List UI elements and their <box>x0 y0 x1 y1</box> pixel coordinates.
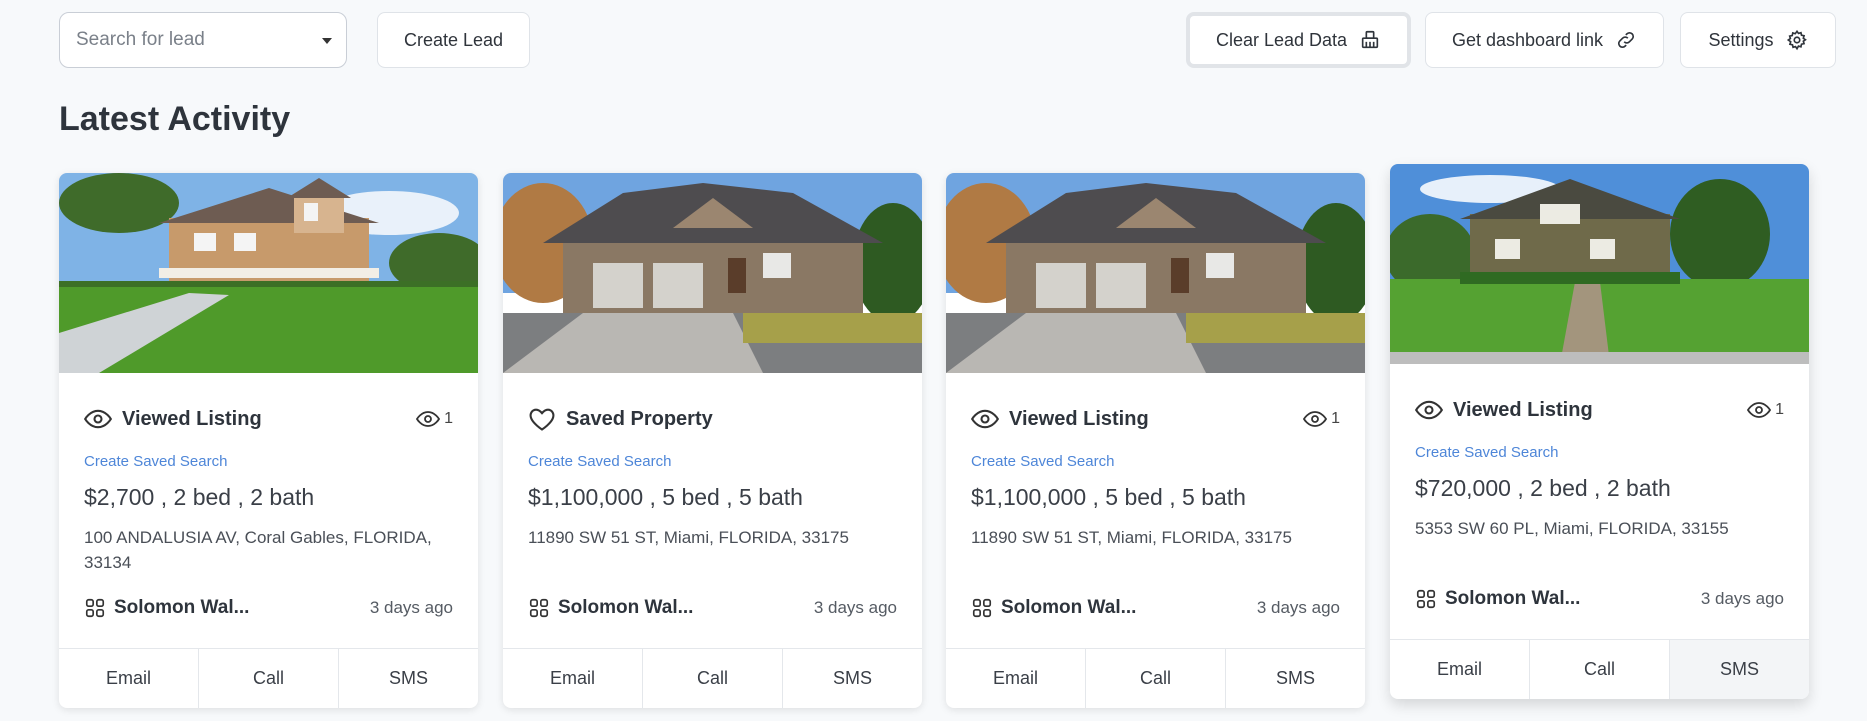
listing-price: $2,700 , 2 bed , 2 bath <box>84 484 315 510</box>
create-lead-label: Create Lead <box>403 29 504 50</box>
lead-link[interactable]: Solomon Wal... <box>971 597 1136 619</box>
view-count-value: 1 <box>1331 410 1340 427</box>
broom-icon <box>1361 30 1379 49</box>
activity-card: Viewed Listing 1 Create Saved Search $72… <box>1390 164 1809 699</box>
clear-lead-data-label: Clear Lead Data <box>1215 29 1348 50</box>
settings-button[interactable]: Settings <box>1680 12 1836 68</box>
sms-button[interactable]: SMS <box>1226 649 1365 708</box>
house-photo-illustration <box>503 173 922 373</box>
house-photo-illustration <box>1390 164 1809 364</box>
view-count: 1 <box>1303 407 1340 431</box>
call-button[interactable]: Call <box>1086 649 1226 708</box>
card-actions: Email Call SMS <box>1390 639 1809 699</box>
page-title: Latest Activity <box>59 100 291 138</box>
eye-icon <box>1747 402 1772 418</box>
email-button[interactable]: Email <box>946 649 1086 708</box>
lead-search-select[interactable]: Search for lead <box>59 12 347 68</box>
lead-name: Solomon Wal... <box>558 597 694 618</box>
card-actions: Email Call SMS <box>59 648 478 708</box>
email-button[interactable]: Email <box>503 649 643 708</box>
get-dashboard-link-button[interactable]: Get dashboard link <box>1425 12 1664 68</box>
dashboard-grid-icon <box>972 598 992 618</box>
create-saved-search-link[interactable]: Create Saved Search <box>528 453 897 470</box>
eye-icon <box>84 409 112 429</box>
lead-link[interactable]: Solomon Wal... <box>84 597 249 619</box>
listing-address: 100 ANDALUSIA AV, Coral Gables, FLORIDA,… <box>84 528 432 572</box>
sms-button[interactable]: SMS <box>339 649 478 708</box>
activity-card: Viewed Listing 1 Create Saved Search $1,… <box>946 173 1365 708</box>
call-button[interactable]: Call <box>643 649 783 708</box>
house-photo-illustration <box>59 173 478 373</box>
create-saved-search-link[interactable]: Create Saved Search <box>84 453 453 470</box>
clear-lead-data-button[interactable]: Clear Lead Data <box>1186 12 1411 68</box>
eye-icon <box>1415 400 1443 420</box>
activity-time: 3 days ago <box>369 598 453 617</box>
activity-title: Viewed Listing <box>1009 407 1149 430</box>
property-photo[interactable] <box>1390 164 1809 364</box>
house-photo-illustration <box>946 173 1365 373</box>
call-button[interactable]: Call <box>1530 640 1670 699</box>
view-count-value: 1 <box>1775 401 1784 418</box>
lead-link[interactable]: Solomon Wal... <box>528 597 693 619</box>
eye-icon <box>1303 411 1328 427</box>
activity-time: 3 days ago <box>813 598 897 617</box>
view-count: 1 <box>1747 398 1784 422</box>
listing-address: 5353 SW 60 PL, Miami, FLORIDA, 33155 <box>1415 519 1729 538</box>
view-count: 1 <box>416 407 453 431</box>
property-photo[interactable] <box>59 173 478 373</box>
activity-title: Saved Property <box>566 407 713 430</box>
settings-label: Settings <box>1708 29 1774 50</box>
activity-title: Viewed Listing <box>122 407 262 430</box>
dashboard-grid-icon <box>1416 589 1436 609</box>
top-toolbar: Search for lead Create Lead Clear Lead D… <box>0 12 1867 68</box>
activity-card: Saved Property Create Saved Search $1,10… <box>503 173 922 708</box>
listing-price: $720,000 , 2 bed , 2 bath <box>1415 475 1671 501</box>
email-button[interactable]: Email <box>59 649 199 708</box>
heart-icon <box>529 408 555 431</box>
card-actions: Email Call SMS <box>946 648 1365 708</box>
property-photo[interactable] <box>946 173 1365 373</box>
activity-time: 3 days ago <box>1700 589 1784 608</box>
activity-title: Viewed Listing <box>1453 398 1593 421</box>
listing-address: 11890 SW 51 ST, Miami, FLORIDA, 33175 <box>528 528 849 547</box>
lead-search-placeholder: Search for lead <box>76 29 205 50</box>
lead-name: Solomon Wal... <box>1001 597 1137 618</box>
view-count-value: 1 <box>444 410 453 427</box>
get-dashboard-link-label: Get dashboard link <box>1451 29 1604 50</box>
create-lead-button[interactable]: Create Lead <box>377 12 530 68</box>
listing-address: 11890 SW 51 ST, Miami, FLORIDA, 33175 <box>971 528 1292 547</box>
lead-name: Solomon Wal... <box>1445 588 1581 609</box>
activity-time: 3 days ago <box>1256 598 1340 617</box>
call-button[interactable]: Call <box>199 649 339 708</box>
dashboard-grid-icon <box>529 598 549 618</box>
card-actions: Email Call SMS <box>503 648 922 708</box>
sms-button[interactable]: SMS <box>783 649 922 708</box>
listing-price: $1,100,000 , 5 bed , 5 bath <box>528 484 803 510</box>
email-button[interactable]: Email <box>1390 640 1530 699</box>
activity-card: Viewed Listing 1 Create Saved Search $2,… <box>59 173 478 708</box>
sms-button[interactable]: SMS <box>1670 640 1809 699</box>
lead-name: Solomon Wal... <box>114 597 250 618</box>
chevron-down-icon[interactable] <box>322 38 332 44</box>
eye-icon <box>416 411 441 427</box>
gear-icon <box>1786 29 1807 51</box>
dashboard-grid-icon <box>85 598 105 618</box>
property-photo[interactable] <box>503 173 922 373</box>
link-icon <box>1618 31 1635 49</box>
eye-icon <box>971 409 999 429</box>
lead-link[interactable]: Solomon Wal... <box>1415 588 1580 610</box>
create-saved-search-link[interactable]: Create Saved Search <box>971 453 1340 470</box>
listing-price: $1,100,000 , 5 bed , 5 bath <box>971 484 1246 510</box>
create-saved-search-link[interactable]: Create Saved Search <box>1415 444 1784 461</box>
